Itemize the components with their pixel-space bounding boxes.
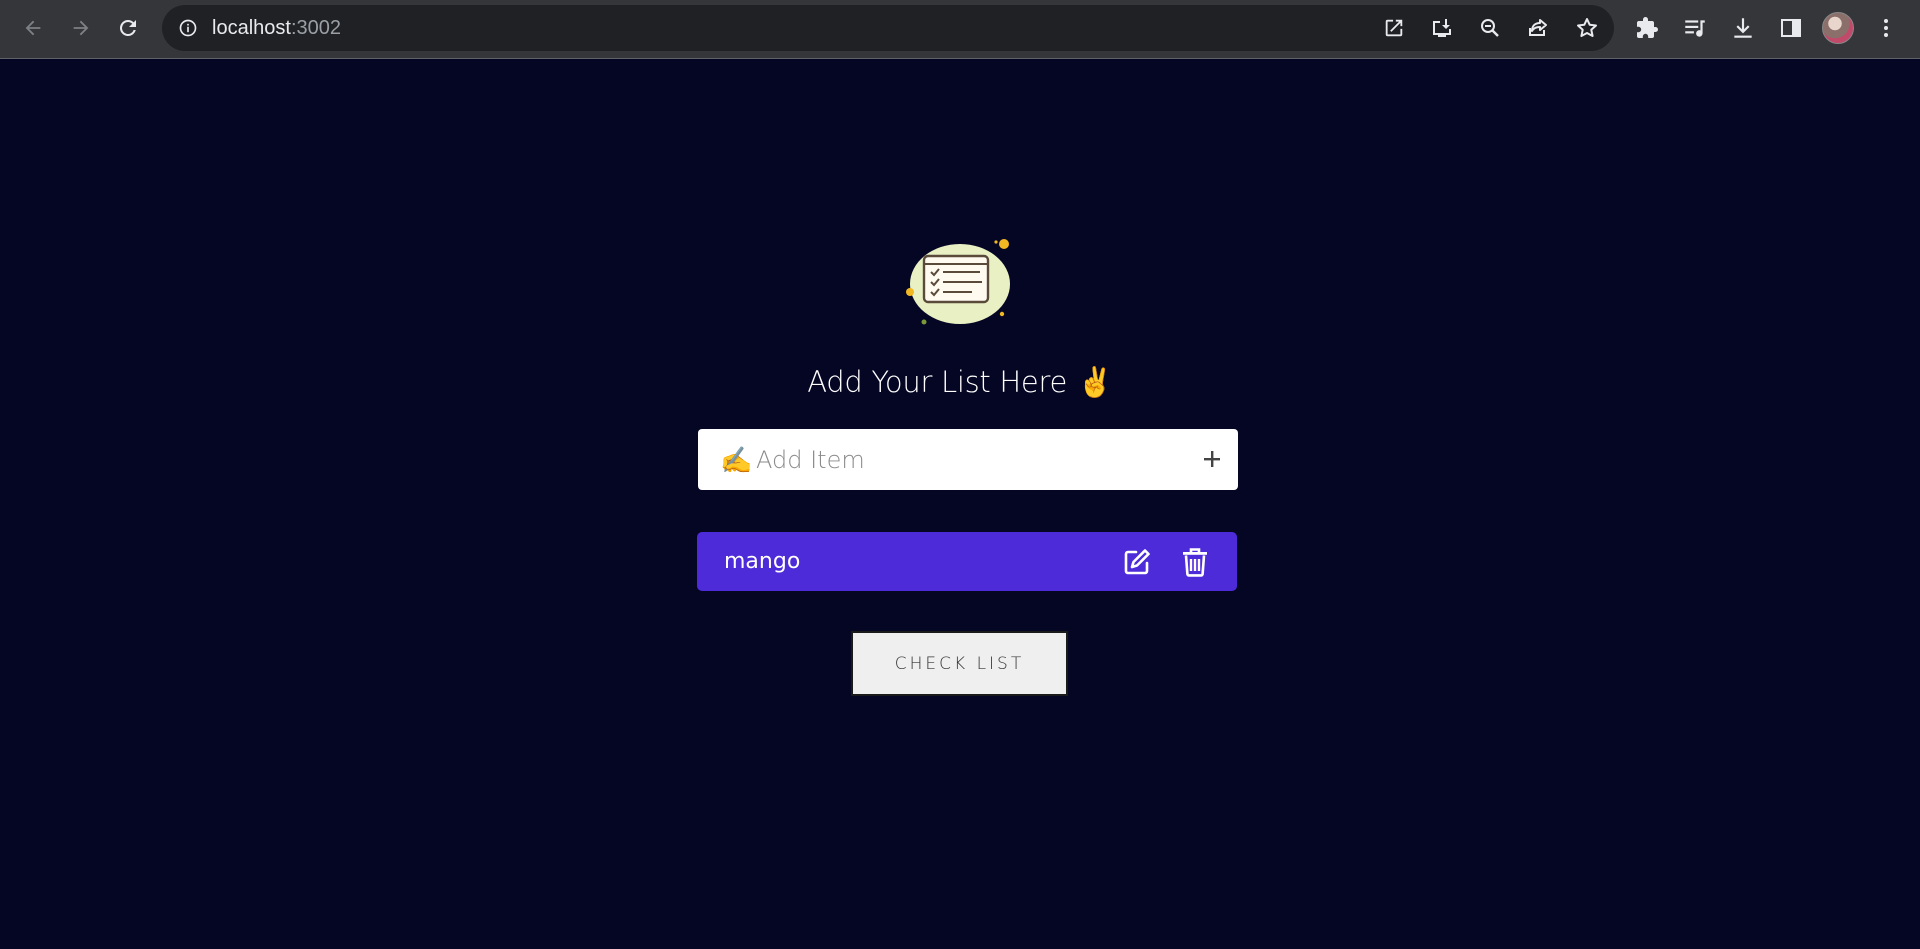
browser-toolbar: localhost:3002 bbox=[0, 0, 1920, 59]
media-queue-icon[interactable] bbox=[1681, 14, 1709, 42]
add-item-button[interactable] bbox=[1198, 445, 1226, 473]
reload-button[interactable] bbox=[110, 10, 146, 46]
heading-text: Add Your List Here bbox=[807, 365, 1067, 399]
zoom-out-icon[interactable] bbox=[1478, 16, 1502, 40]
checklist-illustration bbox=[906, 239, 1010, 325]
page-heading: Add Your List Here ✌️ bbox=[0, 365, 1920, 400]
menu-dots-icon[interactable] bbox=[1872, 14, 1900, 42]
url-host: localhost bbox=[212, 17, 291, 39]
list-item-label: mango bbox=[724, 549, 801, 574]
forward-button[interactable] bbox=[63, 10, 99, 46]
reload-icon bbox=[120, 20, 136, 36]
plus-icon bbox=[1204, 451, 1220, 467]
profile-avatar[interactable] bbox=[1822, 12, 1854, 44]
url-port: :3002 bbox=[290, 17, 341, 39]
download-icon[interactable] bbox=[1729, 14, 1757, 42]
forward-arrow-icon bbox=[73, 20, 89, 36]
extensions-icon[interactable] bbox=[1633, 14, 1661, 42]
bookmark-star-icon[interactable] bbox=[1575, 16, 1599, 40]
trash-icon[interactable] bbox=[1181, 547, 1209, 577]
share-icon[interactable] bbox=[1526, 16, 1550, 40]
side-panel-icon[interactable] bbox=[1777, 14, 1805, 42]
check-list-button[interactable]: CHECK LIST bbox=[851, 631, 1068, 696]
edit-icon[interactable] bbox=[1122, 547, 1152, 577]
list-item: mango bbox=[697, 532, 1237, 591]
back-arrow-icon bbox=[25, 20, 41, 36]
info-icon[interactable] bbox=[178, 18, 198, 38]
victory-hand-emoji: ✌️ bbox=[1076, 365, 1113, 399]
add-item-input[interactable] bbox=[754, 439, 1178, 481]
url-text: localhost:3002 bbox=[212, 5, 341, 51]
open-in-new-icon[interactable] bbox=[1382, 16, 1406, 40]
add-item-box: ✍️ bbox=[698, 429, 1238, 490]
address-bar[interactable]: localhost:3002 bbox=[162, 5, 1614, 51]
writing-hand-icon: ✍️ bbox=[720, 445, 753, 475]
app-page: Add Your List Here ✌️ ✍️ mango CHECK LIST bbox=[0, 60, 1920, 949]
back-button[interactable] bbox=[15, 10, 51, 46]
install-app-icon[interactable] bbox=[1430, 16, 1454, 40]
